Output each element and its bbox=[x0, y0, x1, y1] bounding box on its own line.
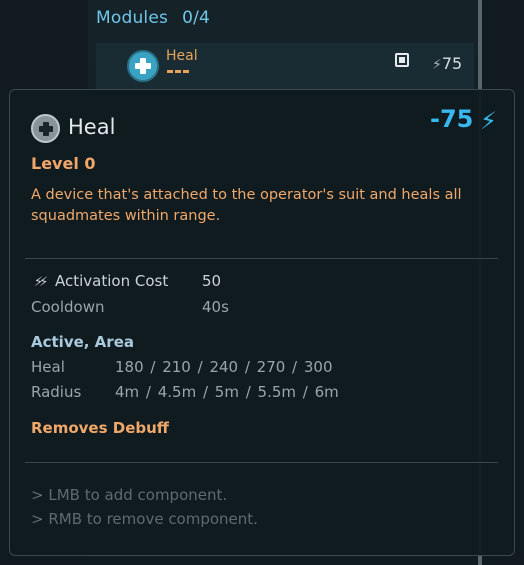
level-indicator bbox=[167, 70, 189, 73]
stat-value-heal: 180 / 210 / 240 / 270 / 300 bbox=[115, 358, 333, 376]
energy-cost: -75 bbox=[430, 105, 474, 133]
hint-lmb: > LMB to add component. bbox=[31, 486, 228, 504]
stat-value-cooldown: 40s bbox=[202, 298, 229, 316]
divider bbox=[25, 462, 498, 463]
modules-header: Modules 0/4 bbox=[96, 8, 210, 28]
stat-label-radius: Radius bbox=[31, 383, 82, 401]
section-heading: Active, Area bbox=[31, 333, 134, 351]
modules-count: 0/4 bbox=[182, 8, 211, 28]
module-cost-value: 75 bbox=[441, 54, 463, 73]
effect-text: Removes Debuff bbox=[31, 419, 169, 437]
modules-label: Modules bbox=[96, 8, 169, 28]
stat-value-radius: 4m / 4.5m / 5m / 5.5m / 6m bbox=[115, 383, 339, 401]
activation-icon: ⚡⚡ bbox=[34, 275, 48, 290]
energy-bolt-icon: ⚡ bbox=[480, 107, 497, 135]
stat-label-heal: Heal bbox=[31, 358, 65, 376]
bolt-icon: ⚡ bbox=[432, 57, 442, 73]
module-description: A device that's attached to the operator… bbox=[31, 187, 462, 224]
stat-label-activation: Activation Cost bbox=[55, 272, 169, 290]
hint-rmb: > RMB to remove component. bbox=[31, 510, 258, 528]
heal-icon bbox=[127, 50, 159, 82]
stat-label-cooldown: Cooldown bbox=[31, 298, 105, 316]
module-cost: ⚡75 bbox=[432, 54, 462, 73]
chip-icon bbox=[395, 53, 409, 67]
module-name: Heal bbox=[166, 48, 198, 64]
stat-value-activation: 50 bbox=[202, 272, 222, 290]
tooltip-title: Heal bbox=[68, 115, 116, 139]
heal-icon bbox=[31, 114, 60, 143]
module-level: Level 0 bbox=[31, 154, 96, 173]
divider bbox=[25, 258, 498, 259]
